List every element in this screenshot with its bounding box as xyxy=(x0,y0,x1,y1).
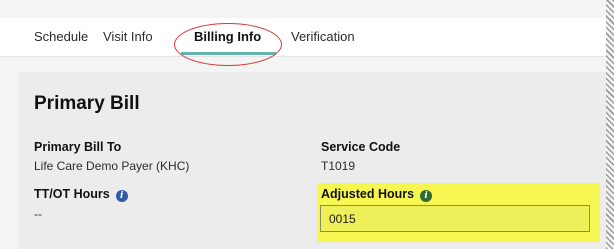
adjusted-hours-label: Adjusted Hours xyxy=(321,187,415,201)
primary-bill-to-label: Primary Bill To xyxy=(34,140,122,154)
service-code-label: Service Code xyxy=(321,140,401,154)
adjusted-hours-label-row: Adjusted Hours i xyxy=(321,187,433,202)
active-tab-indicator xyxy=(181,52,276,55)
info-icon[interactable]: i xyxy=(115,190,128,202)
info-icon[interactable]: i xyxy=(420,190,433,202)
tab-visit-info[interactable]: Visit Info xyxy=(103,18,153,56)
primary-bill-to-value: Life Care Demo Payer (KHC) xyxy=(34,159,190,173)
tab-verification[interactable]: Verification xyxy=(291,18,355,56)
section-title: Primary Bill xyxy=(34,93,140,114)
torn-edge xyxy=(606,0,614,249)
tab-bar: Schedule Visit Info Billing Info Verific… xyxy=(0,18,606,57)
tab-schedule[interactable]: Schedule xyxy=(34,18,88,56)
tt-ot-hours-value: -- xyxy=(34,207,42,221)
adjusted-hours-input[interactable] xyxy=(320,205,590,232)
tab-billing-info[interactable]: Billing Info xyxy=(194,18,261,56)
top-band xyxy=(0,0,614,18)
tt-ot-hours-label-row: TT/OT Hours i xyxy=(34,187,128,202)
tt-ot-hours-label: TT/OT Hours xyxy=(34,187,110,201)
service-code-value: T1019 xyxy=(321,159,356,173)
